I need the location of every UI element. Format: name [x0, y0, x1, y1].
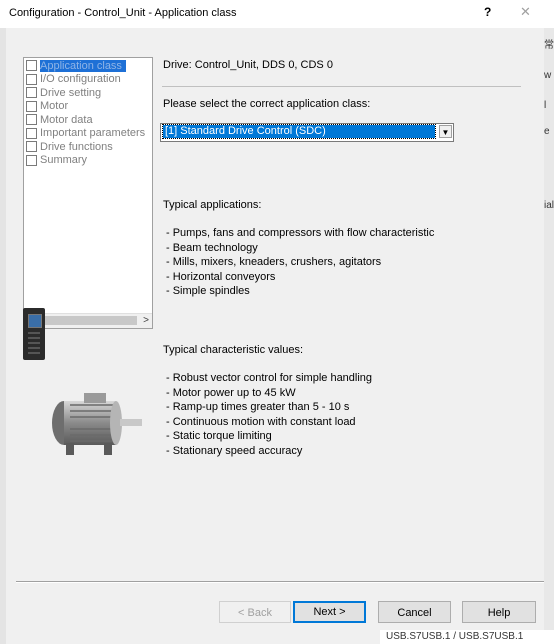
checkbox-icon [26, 73, 37, 85]
background-footer-text: USB.S7USB.1 / USB.S7USB.1 [386, 631, 524, 642]
motor-image [52, 393, 142, 455]
tree-item-motor[interactable]: Motor [26, 100, 68, 113]
drive-label: Drive: Control_Unit, DDS 0, CDS 0 [163, 59, 333, 71]
list-item: - Stationary speed accuracy [166, 444, 303, 457]
list-item: - Beam technology [166, 241, 258, 254]
title-bar: Configuration - Control_Unit - Applicati… [0, 0, 554, 28]
background-text: ial [544, 200, 554, 211]
checkbox-icon [26, 60, 37, 71]
tree-item-drive-setting[interactable]: Drive setting [26, 86, 101, 99]
tree-item-motor-data[interactable]: Motor data [26, 113, 93, 126]
navigation-tree[interactable]: Application class I/O configuration Driv… [23, 57, 153, 329]
header-separator [162, 86, 521, 87]
application-class-value: [1] Standard Drive Control (SDC) [162, 124, 436, 139]
list-item: - Mills, mixers, kneaders, crushers, agi… [166, 256, 382, 268]
typical-applications-heading: Typical applications: [163, 199, 262, 211]
list-item: - Motor power up to 45 kW [166, 386, 296, 399]
background-text: l [544, 100, 547, 111]
back-button[interactable]: < Back [219, 601, 291, 623]
checkbox-icon [26, 114, 37, 125]
scroll-right-icon[interactable]: > [140, 314, 152, 328]
configuration-dialog: Application class I/O configuration Driv… [6, 28, 544, 632]
background-status-strip: USB.S7USB.1 / USB.S7USB.1 [380, 630, 554, 644]
background-window-right: 常 w l e ial [544, 28, 554, 644]
background-text: w [544, 70, 552, 81]
help-question-icon[interactable]: ? [484, 5, 491, 19]
drive-device-image [23, 308, 45, 360]
checkbox-icon [26, 154, 37, 166]
next-button[interactable]: Next > [293, 601, 366, 623]
list-item: - Continuous motion with constant load [166, 415, 356, 428]
background-text: 常 [544, 40, 554, 51]
select-prompt: Please select the correct application cl… [163, 98, 371, 110]
list-item: - Ramp-up times greater than 5 - 10 s [166, 401, 350, 413]
help-button[interactable]: Help [462, 601, 536, 623]
background-text: e [544, 126, 550, 137]
checkbox-icon [26, 141, 37, 152]
typical-applications-list: - Pumps, fans and compressors with flow … [166, 226, 434, 299]
list-item: - Robust vector control for simple handl… [166, 372, 373, 384]
tree-item-important-parameters[interactable]: Important parameters [26, 127, 145, 140]
checkbox-icon [26, 100, 37, 112]
typical-values-list: - Robust vector control for simple handl… [166, 371, 372, 458]
close-icon[interactable]: ✕ [520, 4, 531, 20]
list-item: - Simple spindles [166, 285, 250, 297]
tree-item-io-configuration[interactable]: I/O configuration [26, 73, 121, 86]
scrollbar-thumb[interactable] [37, 316, 137, 325]
list-item: - Static torque limiting [166, 430, 272, 442]
checkbox-icon [26, 127, 37, 139]
application-class-select[interactable]: [1] Standard Drive Control (SDC) ▼ [160, 123, 454, 142]
list-item: - Pumps, fans and compressors with flow … [166, 227, 435, 239]
tree-item-drive-functions[interactable]: Drive functions [26, 140, 113, 153]
cancel-button[interactable]: Cancel [378, 601, 451, 623]
checkbox-icon [26, 87, 37, 98]
typical-values-heading: Typical characteristic values: [163, 344, 303, 356]
tree-item-application-class[interactable]: Application class [26, 59, 126, 72]
window-title: Configuration - Control_Unit - Applicati… [9, 7, 237, 19]
tree-item-summary[interactable]: Summary [26, 154, 87, 167]
list-item: - Horizontal conveyors [166, 270, 276, 283]
chevron-down-icon[interactable]: ▼ [439, 125, 452, 138]
footer-separator [16, 581, 544, 582]
